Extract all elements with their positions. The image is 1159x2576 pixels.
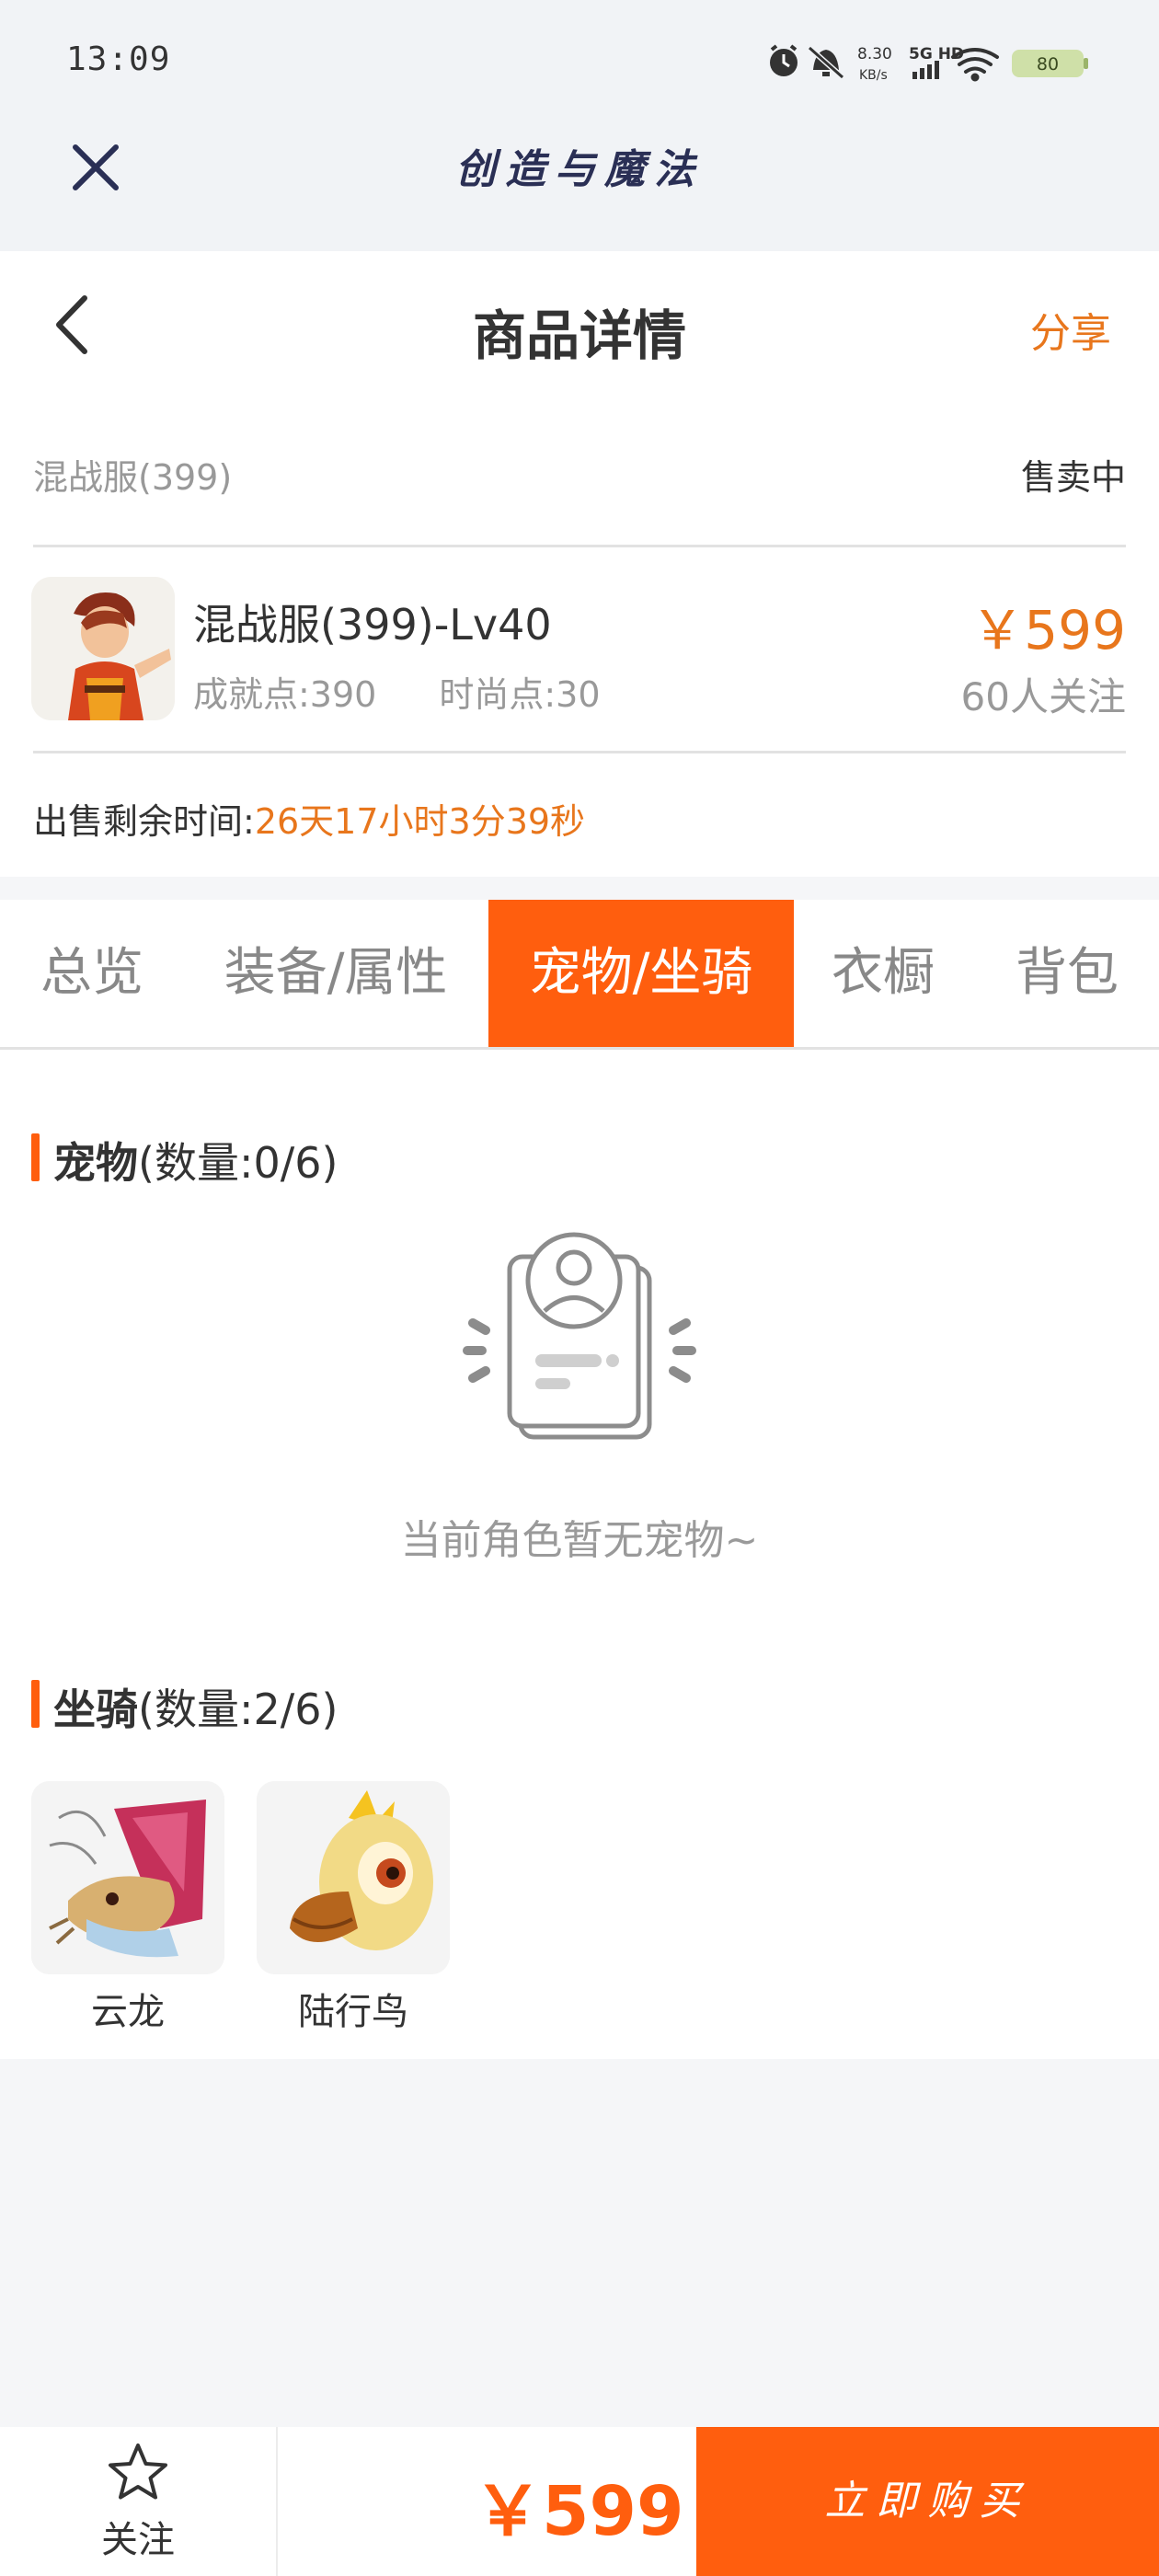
section-marker	[31, 1133, 40, 1181]
battery-icon: 80	[1012, 50, 1088, 77]
star-icon[interactable]	[105, 2440, 171, 2506]
status-badge: 售卖中	[1020, 457, 1126, 498]
divider	[33, 751, 1126, 753]
page-title: 商品详情	[472, 305, 686, 367]
follower-count: 60人关注	[960, 674, 1126, 719]
wifi-icon	[951, 48, 999, 82]
item-meta: 成就点:390 时尚点:30	[193, 666, 601, 717]
tab-pets-mounts[interactable]: 宠物/坐骑	[488, 900, 794, 1047]
divider	[33, 545, 1126, 547]
bottom-price: ￥599	[474, 2472, 684, 2551]
mounts-count: (数量:2/6)	[138, 1685, 339, 1734]
tab-backpack[interactable]: 背包	[993, 900, 1141, 1047]
alarm-icon	[770, 44, 798, 76]
remaining-time: 出售剩余时间:26天17小时3分39秒	[33, 793, 585, 844]
pets-title: 宠物	[53, 1138, 138, 1188]
status-icons: 8.30 KB/s 5G HD 80	[754, 37, 1159, 88]
app-title: 创造与魔法	[455, 146, 704, 193]
tab-overview[interactable]: 总览	[9, 900, 175, 1047]
status-time: 13:09	[66, 40, 171, 78]
remaining-time-value: 26天17小时3分39秒	[254, 801, 586, 842]
mount-name: 陆行鸟	[298, 1991, 408, 2033]
tab-bar: 总览 装备/属性 宠物/坐骑 衣橱 背包	[0, 900, 1159, 1050]
item-name: 混战服(399)-Lv40	[193, 600, 552, 650]
tab-wardrobe[interactable]: 衣橱	[809, 900, 957, 1047]
mount-card-chocobo[interactable]	[257, 1781, 450, 1974]
pets-count: (数量:0/6)	[138, 1138, 339, 1188]
empty-illustration	[451, 1224, 708, 1444]
follow-label[interactable]: 关注	[0, 2510, 276, 2563]
net-unit: KB/s	[859, 68, 888, 83]
pets-section-title: 宠物(数量:0/6)	[53, 1130, 338, 1190]
mounts-title: 坐骑	[53, 1685, 138, 1734]
empty-pets-text: 当前角色暂无宠物~	[400, 1517, 759, 1564]
achievement-points: 成就点:390	[193, 674, 377, 715]
server-name: 混战服(399)	[33, 457, 233, 498]
battery-level: 80	[1037, 54, 1059, 75]
item-price: ￥599	[970, 599, 1126, 661]
character-avatar[interactable]	[31, 577, 175, 720]
mount-card-cloud-dragon[interactable]	[31, 1781, 224, 1974]
remaining-time-label: 出售剩余时间:	[33, 801, 255, 842]
mounts-section-title: 坐骑(数量:2/6)	[53, 1676, 338, 1737]
section-marker	[31, 1680, 40, 1728]
fashion-points: 时尚点:30	[439, 674, 601, 715]
mute-icon	[808, 45, 844, 80]
tab-equipment[interactable]: 装备/属性	[202, 900, 469, 1047]
share-button[interactable]: 分享	[1030, 300, 1111, 359]
cloud-dragon-image	[31, 1781, 224, 1974]
net-speed: 8.30	[857, 45, 892, 63]
signal-icon	[912, 61, 939, 79]
mount-name: 云龙	[91, 1991, 165, 2033]
buy-now-button[interactable]: 立即购买	[696, 2427, 1159, 2576]
chocobo-image	[257, 1781, 450, 1974]
